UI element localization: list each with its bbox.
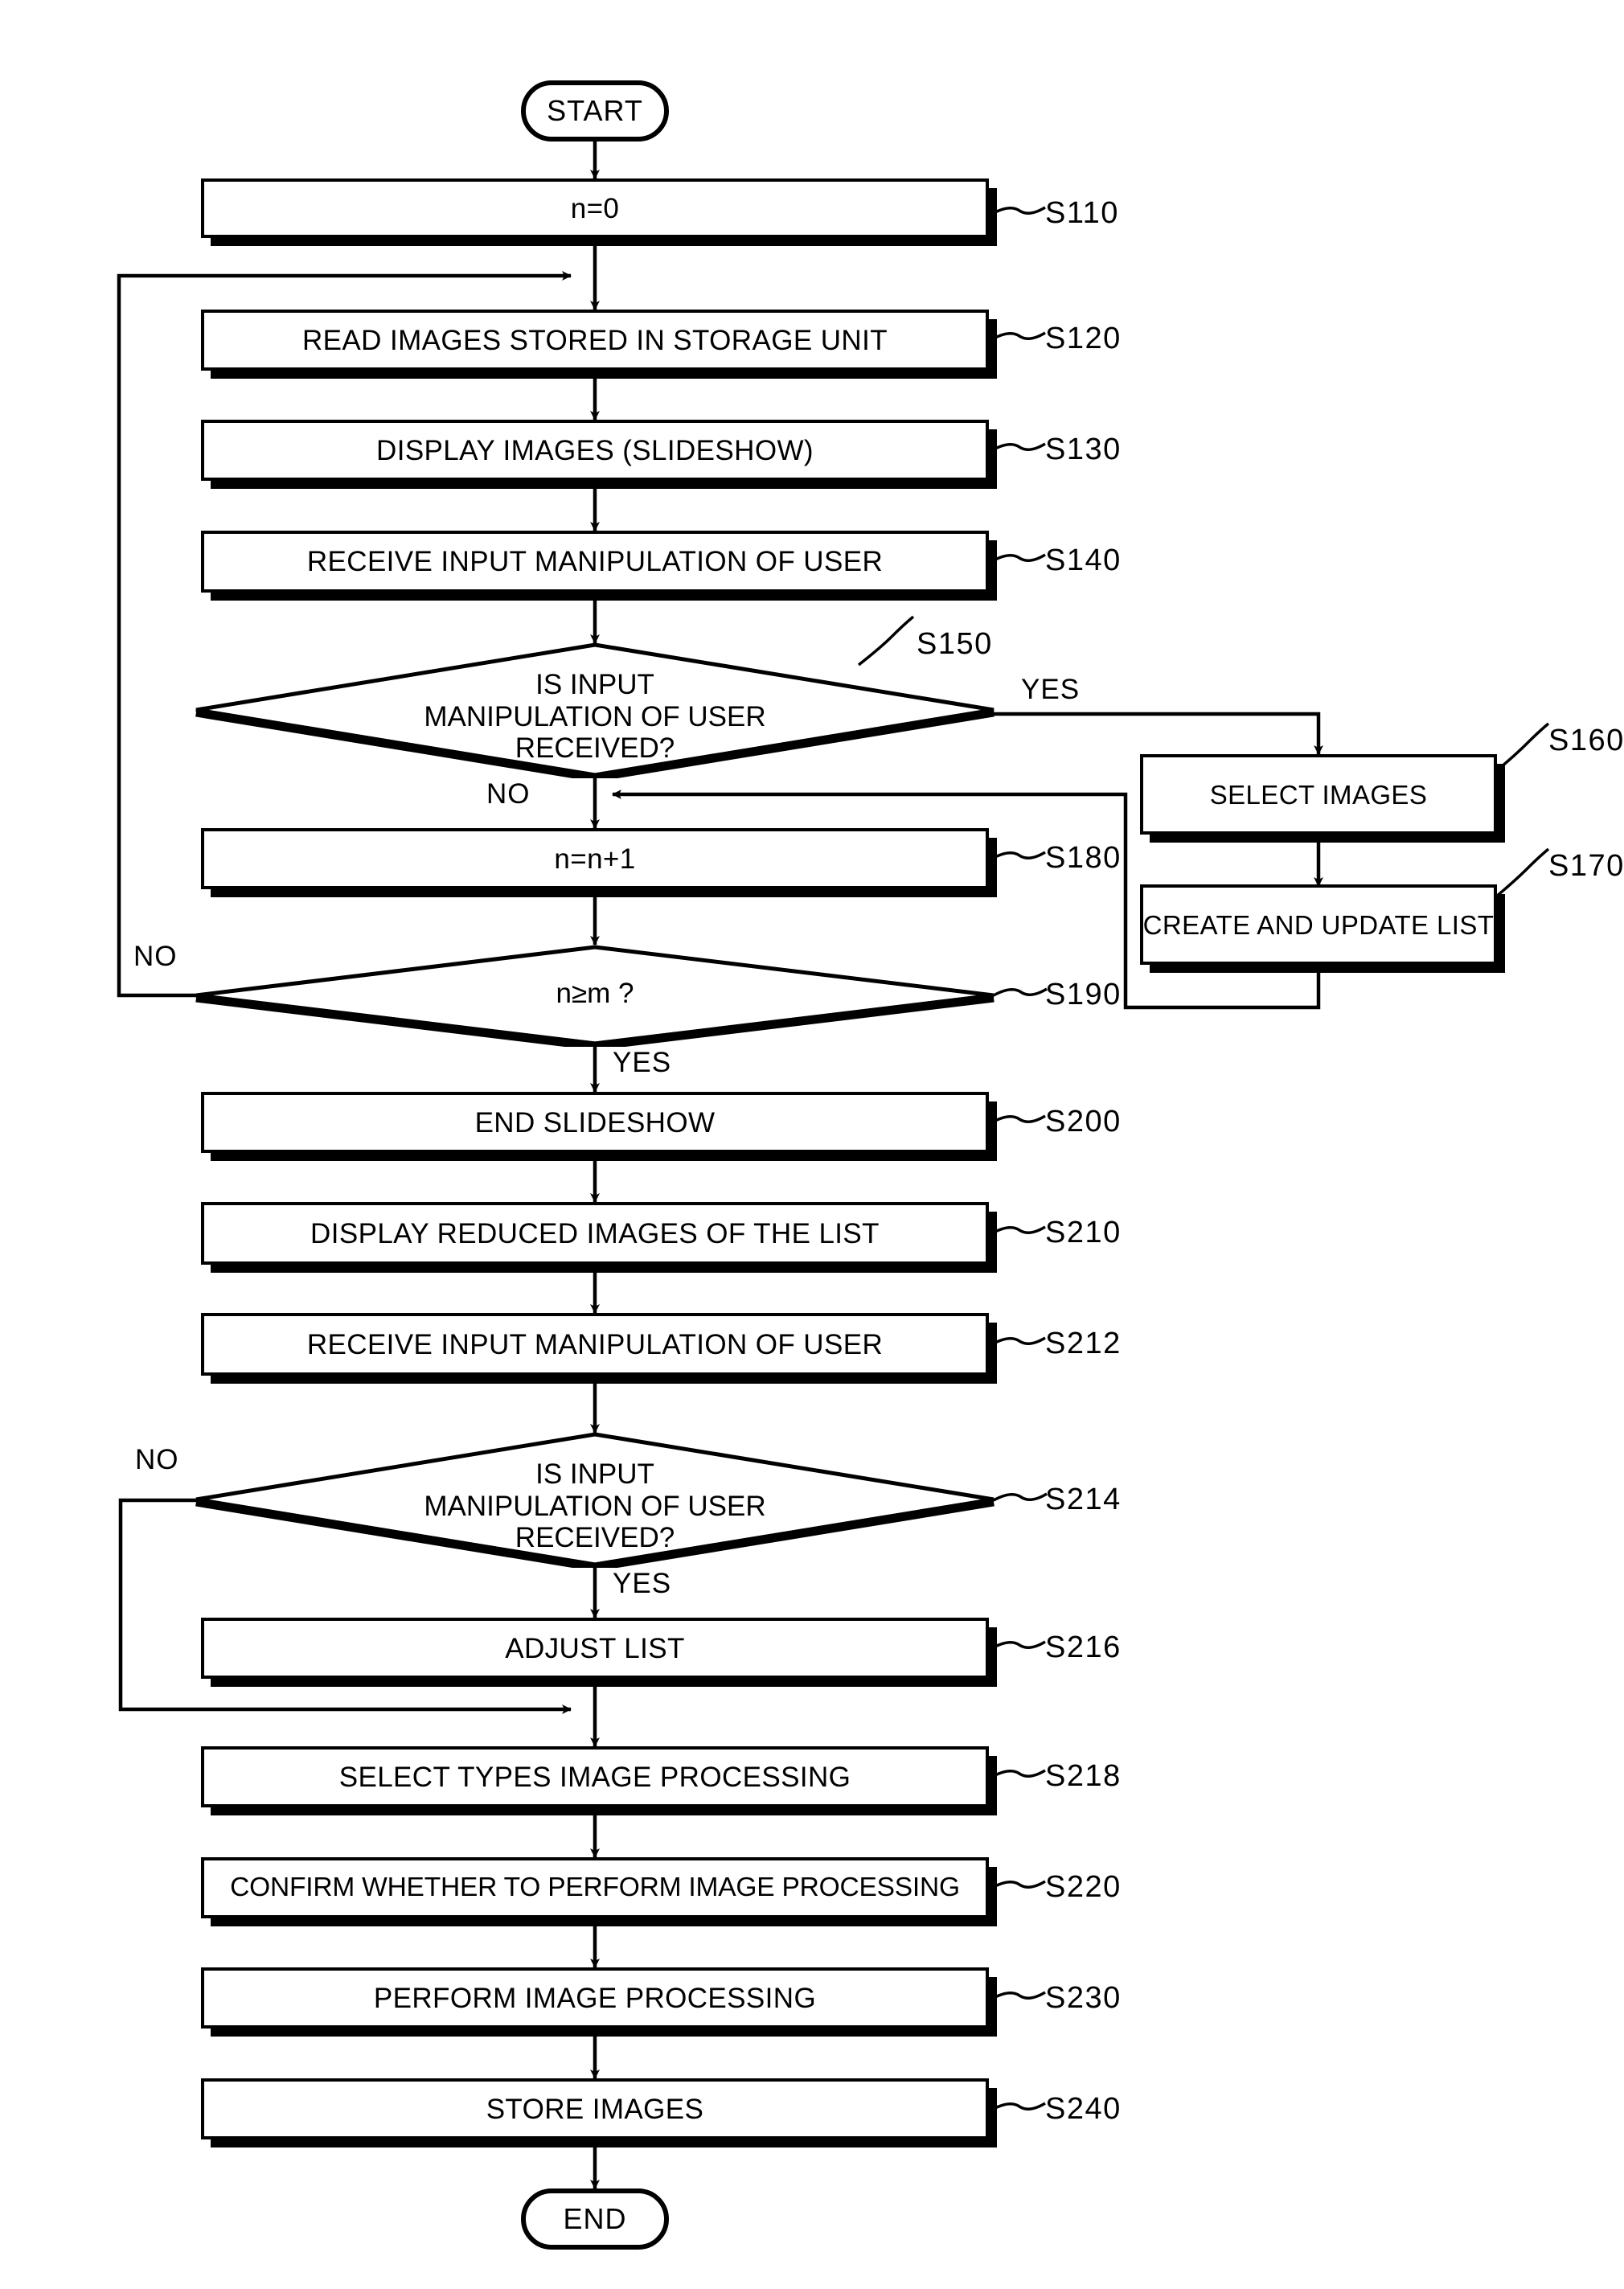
- process-s216: ADJUST LIST: [201, 1618, 989, 1679]
- decision-s214: IS INPUT MANIPULATION OF USER RECEIVED?: [193, 1431, 997, 1568]
- process-s210: DISPLAY REDUCED IMAGES OF THE LIST: [201, 1202, 989, 1265]
- process-s170-label: CREATE AND UPDATE LIST: [1142, 909, 1495, 940]
- decision-s190-label: n≥m ?: [556, 978, 634, 1009]
- step-ref-s130: S130: [1045, 433, 1122, 466]
- process-s120-label: READ IMAGES STORED IN STORAGE UNIT: [302, 324, 888, 356]
- step-ref-s212: S212: [1045, 1327, 1122, 1360]
- process-s220: CONFIRM WHETHER TO PERFORM IMAGE PROCESS…: [201, 1857, 989, 1918]
- process-s218: SELECT TYPES IMAGE PROCESSING: [201, 1746, 989, 1807]
- process-s212: RECEIVE INPUT MANIPULATION OF USER: [201, 1313, 989, 1376]
- step-ref-s160: S160: [1548, 724, 1624, 757]
- process-s160: SELECT IMAGES: [1140, 754, 1497, 835]
- process-s170: CREATE AND UPDATE LIST: [1140, 884, 1497, 965]
- step-ref-s110: S110: [1045, 196, 1119, 230]
- process-s130-label: DISPLAY IMAGES (SLIDESHOW): [376, 434, 814, 466]
- process-s240-label: STORE IMAGES: [486, 2093, 704, 2125]
- step-ref-s120: S120: [1045, 322, 1122, 355]
- branch-label-s214-no: NO: [135, 1444, 179, 1475]
- branch-label-s190-no: NO: [133, 941, 178, 972]
- process-s120: READ IMAGES STORED IN STORAGE UNIT: [201, 310, 989, 371]
- process-s220-label: CONFIRM WHETHER TO PERFORM IMAGE PROCESS…: [230, 1873, 960, 1903]
- process-s218-label: SELECT TYPES IMAGE PROCESSING: [338, 1761, 851, 1793]
- flowchart-canvas: START n=0 S110 READ IMAGES STORED IN STO…: [0, 0, 1624, 2289]
- process-s240: STORE IMAGES: [201, 2078, 989, 2139]
- decision-s214-label: IS INPUT MANIPULATION OF USER RECEIVED?: [424, 1458, 766, 1554]
- process-s216-label: ADJUST LIST: [505, 1632, 685, 1664]
- step-ref-s140: S140: [1045, 544, 1122, 577]
- terminal-start: START: [521, 80, 669, 142]
- step-ref-s216: S216: [1045, 1631, 1122, 1664]
- decision-s190: n≥m ?: [193, 944, 997, 1047]
- terminal-end: END: [521, 2188, 669, 2250]
- decision-s150: IS INPUT MANIPULATION OF USER RECEIVED?: [193, 642, 997, 778]
- step-ref-s200: S200: [1045, 1105, 1122, 1138]
- step-ref-s180: S180: [1045, 841, 1122, 875]
- step-ref-s220: S220: [1045, 1870, 1122, 1904]
- decision-s150-label: IS INPUT MANIPULATION OF USER RECEIVED?: [424, 669, 766, 765]
- step-ref-s218: S218: [1045, 1759, 1122, 1793]
- branch-label-s150-no: NO: [486, 778, 531, 810]
- process-s180-label: n=n+1: [554, 843, 636, 875]
- step-ref-s170: S170: [1548, 849, 1624, 883]
- step-ref-s230: S230: [1045, 1981, 1122, 2015]
- step-ref-s240: S240: [1045, 2092, 1122, 2126]
- process-s130: DISPLAY IMAGES (SLIDESHOW): [201, 420, 989, 481]
- branch-label-s190-yes: YES: [613, 1047, 672, 1078]
- process-s212-label: RECEIVE INPUT MANIPULATION OF USER: [306, 1328, 884, 1360]
- step-ref-s190: S190: [1045, 978, 1122, 1011]
- process-s110: n=0: [201, 178, 989, 238]
- process-s110-label: n=0: [570, 192, 620, 224]
- process-s160-label: SELECT IMAGES: [1209, 779, 1428, 810]
- process-s230: PERFORM IMAGE PROCESSING: [201, 1967, 989, 2029]
- step-ref-s214: S214: [1045, 1483, 1122, 1516]
- process-s210-label: DISPLAY REDUCED IMAGES OF THE LIST: [310, 1217, 880, 1249]
- process-s140-label: RECEIVE INPUT MANIPULATION OF USER: [306, 546, 884, 577]
- terminal-start-label: START: [547, 94, 643, 127]
- step-leader-lines: [857, 206, 1550, 2111]
- process-s200-label: END SLIDESHOW: [474, 1106, 716, 1138]
- terminal-end-label: END: [563, 2202, 627, 2235]
- process-s200: END SLIDESHOW: [201, 1092, 989, 1153]
- branch-label-s214-yes: YES: [613, 1568, 672, 1599]
- step-ref-s150: S150: [917, 627, 993, 661]
- process-s180: n=n+1: [201, 828, 989, 889]
- branch-label-s150-yes: YES: [1021, 674, 1081, 705]
- wire-s150-yes-to-s160: [994, 712, 1323, 755]
- step-ref-s210: S210: [1045, 1216, 1122, 1249]
- process-s230-label: PERFORM IMAGE PROCESSING: [373, 1982, 817, 2014]
- process-s140: RECEIVE INPUT MANIPULATION OF USER: [201, 531, 989, 593]
